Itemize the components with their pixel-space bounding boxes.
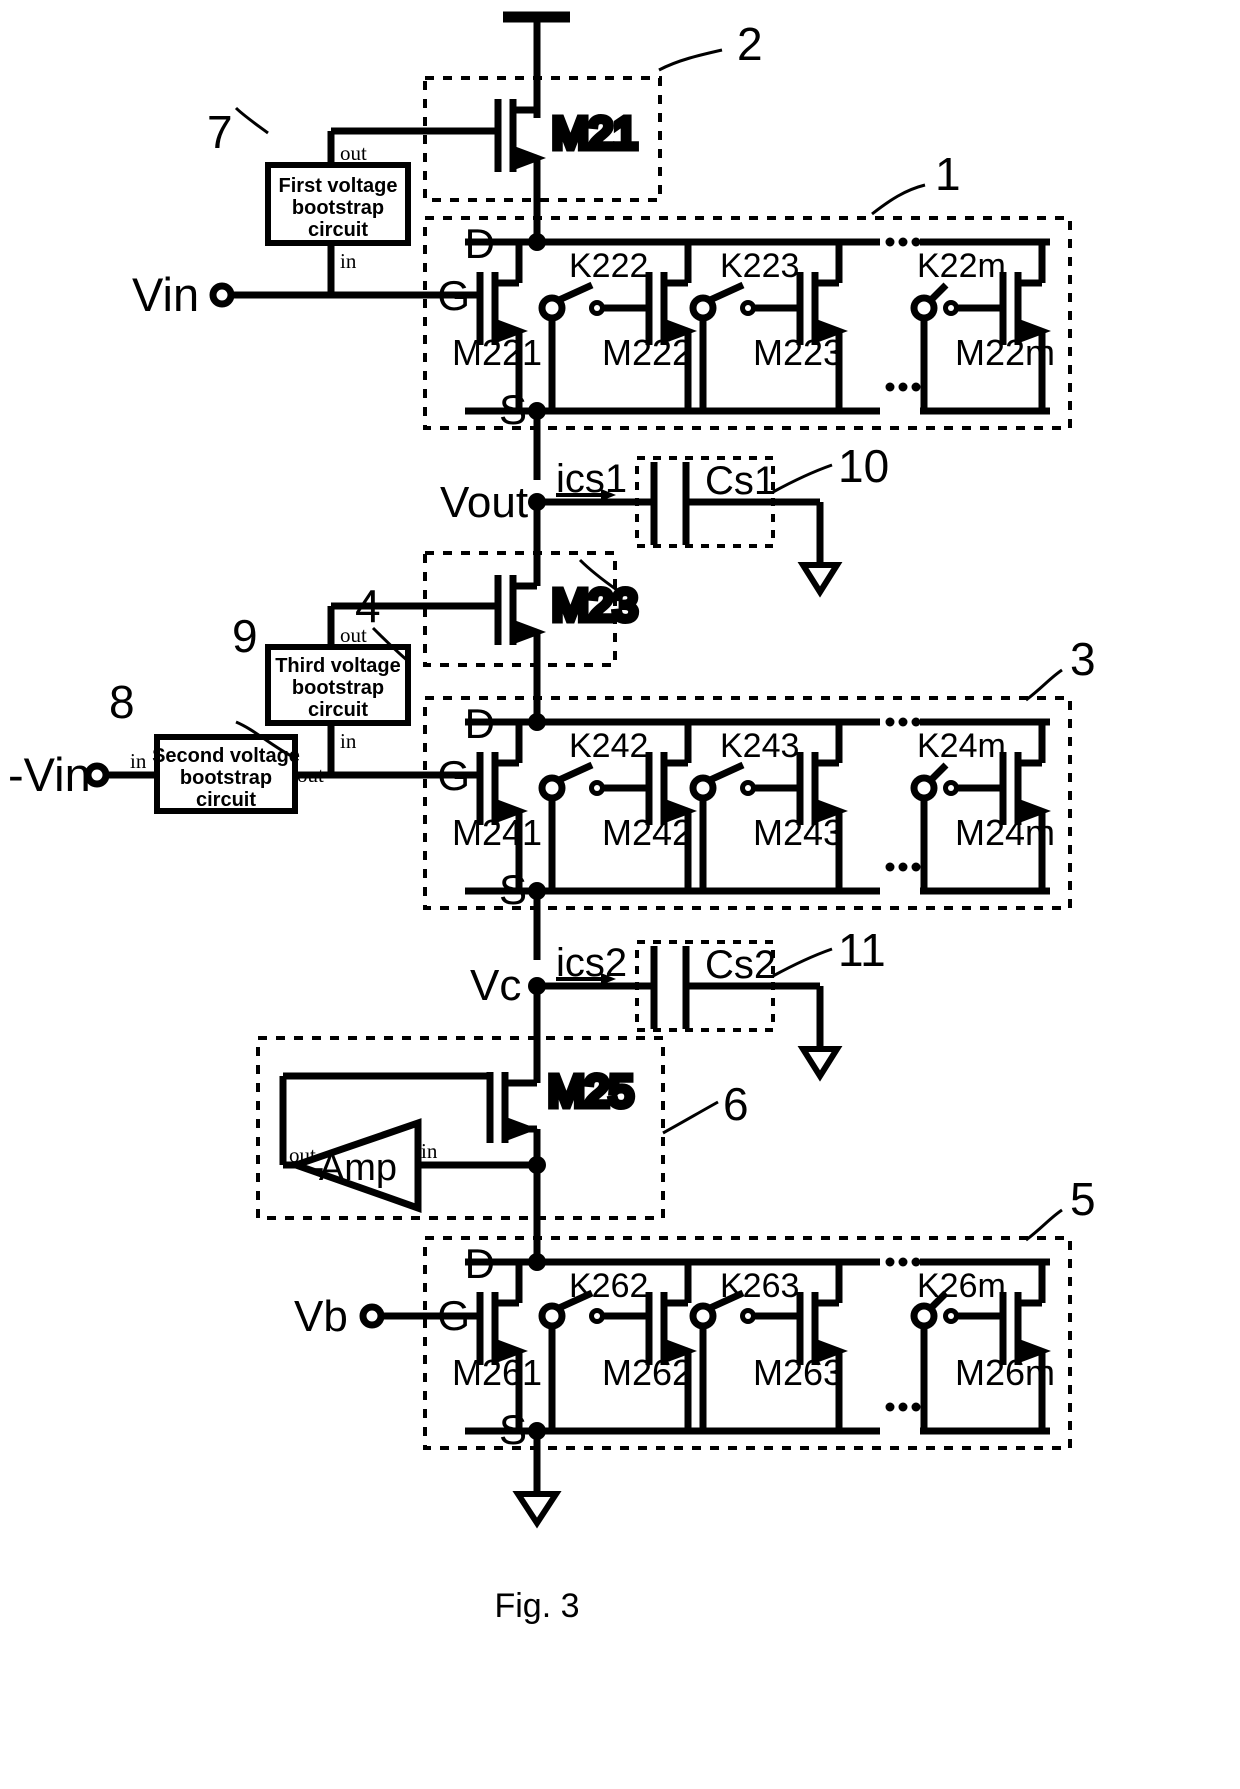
array3-ellipsis-top	[885, 717, 921, 727]
amplifier-minus-sign: -	[314, 1151, 324, 1184]
node-label-g3: G	[437, 752, 470, 799]
first-bootstrap-line3: circuit	[308, 219, 368, 241]
switch-label-k222: K222	[569, 247, 648, 285]
switch-label-k263: K263	[720, 1267, 799, 1305]
transistor-label-m23: M23	[552, 581, 638, 630]
ref-numeral-6: 6	[723, 1078, 749, 1130]
third-bootstrap-port-in: in	[340, 729, 357, 753]
third-bootstrap-line2: bootstrap	[292, 677, 384, 699]
transistor-label-m22m: M22m	[955, 332, 1055, 373]
ref-numeral-9: 9	[232, 610, 258, 662]
amplifier-label: Amp	[319, 1147, 397, 1189]
ref-numeral-8: 8	[109, 676, 135, 728]
terminal-label-vin: Vin	[132, 268, 199, 321]
node-label-d5: D	[465, 1240, 495, 1287]
node-label-s1: S	[499, 386, 527, 433]
switch-label-k26m: K26m	[917, 1267, 1006, 1305]
transistor-label-m25: M25	[548, 1067, 634, 1116]
second-bootstrap-line3: circuit	[196, 789, 256, 811]
third-bootstrap-line1: Third voltage	[275, 655, 401, 677]
ref-numeral-3: 3	[1070, 633, 1096, 685]
switch-label-k223: K223	[720, 247, 799, 285]
second-bootstrap-line1: Second voltage	[152, 745, 300, 767]
array5-ellipsis-top	[885, 1257, 921, 1267]
ref-numeral-11: 11	[838, 924, 886, 976]
junction-amp-in	[528, 1156, 546, 1174]
switch-label-k24m: K24m	[917, 727, 1006, 765]
third-bootstrap-port-out: out	[340, 623, 367, 647]
figure-canvas: M21 M23 M25 Vin -Vin Vout Vc Vb 2 1 3 5 …	[0, 0, 1240, 1789]
first-bootstrap-port-out: out	[340, 141, 367, 165]
node-label-s5: S	[499, 1406, 527, 1453]
transistor-label-m222: M222	[602, 332, 692, 373]
ref-numeral-5: 5	[1070, 1173, 1096, 1225]
node-label-g5: G	[437, 1292, 470, 1339]
switch-label-k243: K243	[720, 727, 799, 765]
junction-d3	[528, 713, 546, 731]
terminal-label-vout: Vout	[440, 478, 528, 527]
ref-numeral-2: 2	[737, 18, 763, 70]
first-bootstrap-line1: First voltage	[279, 175, 398, 197]
first-bootstrap-line2: bootstrap	[292, 197, 384, 219]
array5-ellipsis-bottom	[885, 1402, 921, 1412]
node-label-d3: D	[465, 700, 495, 747]
ref-numeral-1: 1	[935, 148, 961, 200]
amplifier-port-out: out	[289, 1143, 316, 1167]
transistor-label-m24m: M24m	[955, 812, 1055, 853]
switch-label-k262: K262	[569, 1267, 648, 1305]
second-bootstrap-line2: bootstrap	[180, 767, 272, 789]
capacitor-label-cs2: Cs2	[705, 943, 776, 987]
transistor-label-m262: M262	[602, 1352, 692, 1393]
transistor-label-m263: M263	[753, 1352, 843, 1393]
transistor-label-m243: M243	[753, 812, 843, 853]
ref-numeral-10: 10	[838, 440, 889, 492]
terminal-label-vc: Vc	[470, 961, 521, 1010]
transistor-label-m223: M223	[753, 332, 843, 373]
transistor-label-m21: M21	[552, 109, 638, 158]
amplifier-port-in: in	[421, 1139, 438, 1163]
junction-d1	[528, 233, 546, 251]
figure-caption: Fig. 3	[494, 1587, 579, 1625]
array1-ellipsis-top	[885, 237, 921, 247]
second-bootstrap-port-in: in	[130, 749, 147, 773]
terminal-label-vb: Vb	[294, 1292, 348, 1341]
capacitor-label-cs1: Cs1	[705, 459, 776, 503]
transistor-label-m242: M242	[602, 812, 692, 853]
transistor-label-m26m: M26m	[955, 1352, 1055, 1393]
array3-ellipsis-bottom	[885, 862, 921, 872]
transistor-label-m261: M261	[452, 1352, 542, 1393]
second-bootstrap-port-out: out	[297, 763, 324, 787]
node-label-d1: D	[465, 220, 495, 267]
terminal-label-neg-vin: -Vin	[8, 748, 91, 801]
junction-s3	[528, 882, 546, 900]
array1-ellipsis-bottom	[885, 382, 921, 392]
switch-label-k242: K242	[569, 727, 648, 765]
transistor-label-m241: M241	[452, 812, 542, 853]
transistor-label-m221: M221	[452, 332, 542, 373]
first-bootstrap-port-in: in	[340, 249, 357, 273]
node-label-g1: G	[437, 272, 470, 319]
ref-numeral-7: 7	[207, 106, 233, 158]
junction-d5	[528, 1253, 546, 1271]
current-label-ics1: ics1	[556, 457, 627, 501]
switch-label-k22m: K22m	[917, 247, 1006, 285]
junction-s1	[528, 402, 546, 420]
current-label-ics2: ics2	[556, 941, 627, 985]
node-label-s3: S	[499, 866, 527, 913]
junction-s5	[528, 1422, 546, 1440]
third-bootstrap-line3: circuit	[308, 699, 368, 721]
